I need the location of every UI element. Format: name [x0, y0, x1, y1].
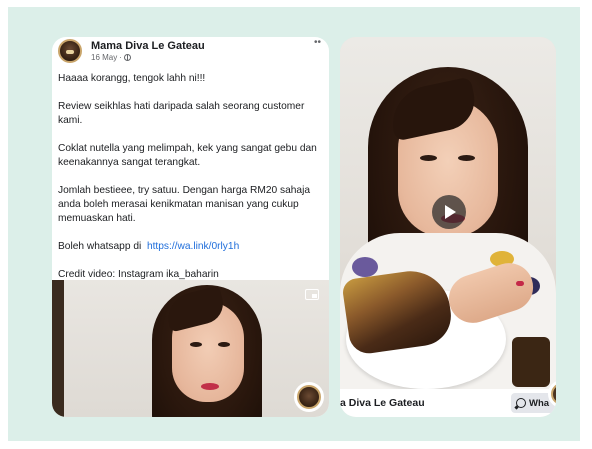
post-paragraph: Haaaa korangg, tengok lahh ni!!! [58, 73, 206, 84]
page-logo-icon [551, 383, 556, 405]
video-footer-bar: a Diva Le Gateau Wha [340, 389, 556, 417]
post-video[interactable] [52, 280, 329, 417]
play-icon[interactable] [432, 195, 466, 229]
page-name[interactable]: Mama Diva Le Gateau [91, 40, 205, 52]
video-person-eye [190, 342, 202, 347]
video-background-door [52, 280, 64, 417]
page-avatar[interactable] [58, 39, 82, 63]
video-page-name[interactable]: a Diva Le Gateau [340, 397, 425, 409]
shirt-pattern [352, 257, 378, 277]
video-person-nails [516, 281, 524, 286]
page-logo-icon [297, 385, 321, 409]
nutella-jar [512, 337, 550, 387]
post-meta: 16 May · [91, 53, 131, 62]
more-dots-icon[interactable]: •• [314, 37, 321, 48]
globe-icon [123, 54, 131, 61]
meta-separator: · [119, 53, 122, 62]
page-badge[interactable] [294, 382, 324, 412]
picture-in-picture-icon[interactable] [305, 289, 319, 300]
whatsapp-line: Boleh whatsapp di https://wa.link/0rly1h [58, 240, 328, 254]
whatsapp-link[interactable]: https://wa.link/0rly1h [147, 241, 239, 252]
video-person-eye [458, 155, 475, 161]
whatsapp-prefix: Boleh whatsapp di [58, 241, 142, 252]
whatsapp-button-label: Wha [529, 397, 550, 409]
post-paragraph: Jomlah bestieee, try satuu. Dengan harga… [58, 185, 311, 224]
post-paragraph: Review seikhlas hati daripada salah seor… [58, 101, 305, 126]
post-text: Haaaa korangg, tengok lahh ni!!! Review … [58, 72, 328, 296]
post-header: Mama Diva Le Gateau 16 May · •• [52, 37, 329, 65]
facebook-post-card: Mama Diva Le Gateau 16 May · •• Haaaa ko… [52, 37, 329, 417]
whatsapp-icon [516, 398, 526, 408]
video-person-lips [201, 383, 219, 390]
post-date[interactable]: 16 May [91, 53, 117, 62]
video-person-eye [420, 155, 437, 161]
video-person-eye [218, 342, 230, 347]
video-card[interactable]: a Diva Le Gateau Wha [340, 37, 556, 417]
post-paragraph: Coklat nutella yang melimpah, kek yang s… [58, 143, 317, 168]
